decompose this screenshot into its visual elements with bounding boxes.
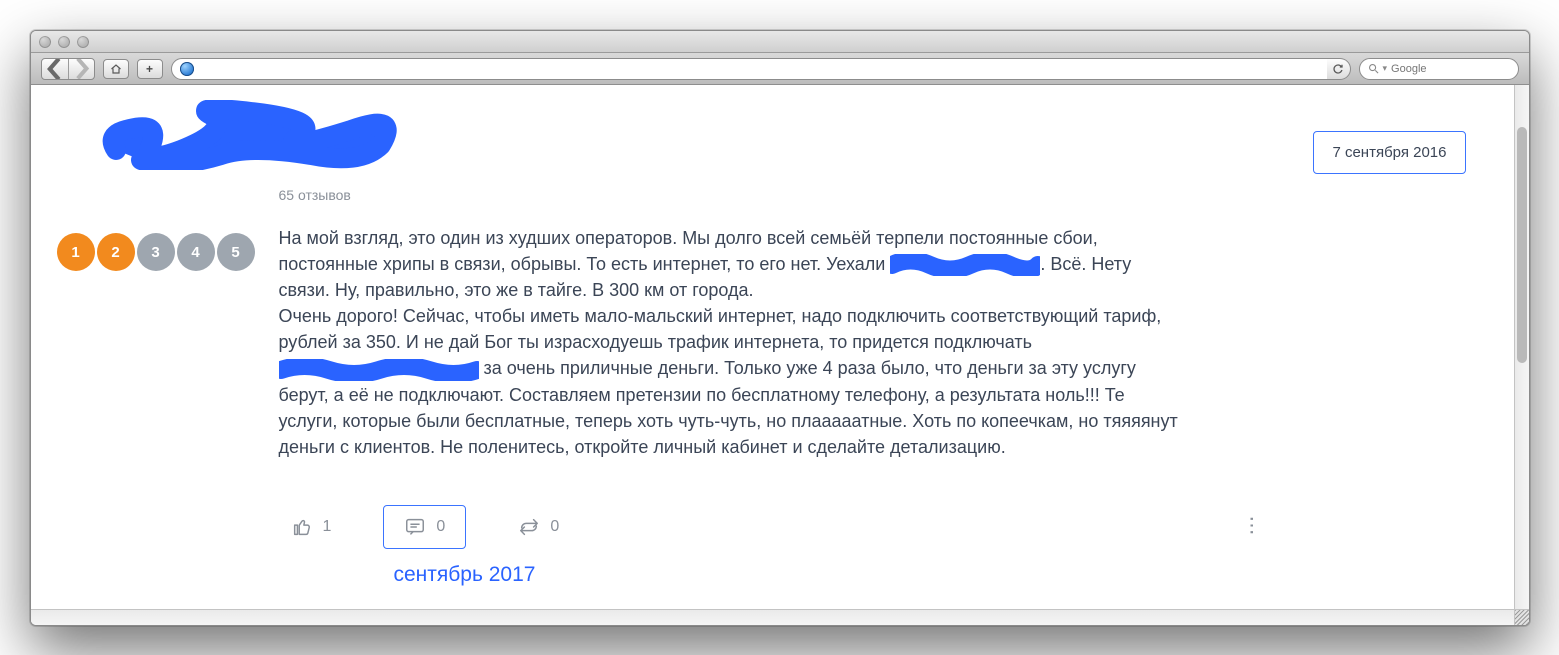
globe-icon: [180, 62, 194, 76]
more-menu[interactable]: ⋯: [1240, 516, 1265, 538]
add-tab-button[interactable]: +: [137, 59, 163, 79]
page-viewport: 1 2 3 4 5 65 отзывов На мой взгляд, это …: [31, 85, 1529, 625]
rating-ball-2: 2: [97, 233, 135, 271]
thumbs-up-icon: [291, 516, 313, 538]
window-titlebar: [31, 31, 1529, 53]
comment-count: 0: [436, 518, 445, 536]
chevron-left-icon: [42, 58, 68, 80]
like-button[interactable]: 1: [279, 508, 344, 546]
rating-ball-4: 4: [177, 233, 215, 271]
window-resize-handle[interactable]: [1514, 609, 1529, 625]
scrollbar-thumb[interactable]: [1517, 127, 1527, 363]
vertical-scrollbar[interactable]: [1514, 85, 1529, 609]
url-bar[interactable]: [171, 58, 1345, 80]
horizontal-scrollbar[interactable]: [31, 609, 1514, 625]
reload-button[interactable]: [1327, 58, 1351, 80]
review-date-badge: 7 сентября 2016: [1313, 131, 1465, 174]
review-text: На мой взгляд, это один из худших операт…: [279, 225, 1179, 460]
share-count: 0: [550, 518, 559, 536]
review-actions: 1 0 0 ⋯: [279, 505, 1294, 549]
search-dropdown-icon: ▾: [1383, 63, 1388, 74]
window-minimize-dot[interactable]: [58, 36, 70, 48]
nav-segment: [41, 58, 95, 80]
redacted-author: [101, 100, 401, 170]
search-icon: [1368, 63, 1379, 74]
rating-ball-3: 3: [137, 233, 175, 271]
window-zoom-dot[interactable]: [77, 36, 89, 48]
chevron-right-icon: [69, 58, 94, 80]
rating-ball-5: 5: [217, 233, 255, 271]
share-icon: [518, 516, 540, 538]
back-button[interactable]: [42, 59, 68, 79]
rating-balls: 1 2 3 4 5: [57, 233, 259, 271]
redacted-service: [279, 359, 479, 381]
footnote-date: сентябрь 2017: [394, 563, 1294, 587]
rating-ball-1: 1: [57, 233, 95, 271]
home-icon: [110, 63, 122, 75]
search-placeholder: Google: [1391, 63, 1426, 75]
home-button[interactable]: [103, 59, 129, 79]
browser-toolbar: + ▾ Google: [31, 53, 1529, 85]
comment-icon: [404, 516, 426, 538]
author-review-count: 65 отзывов: [279, 187, 1294, 203]
share-button[interactable]: 0: [506, 508, 571, 546]
comment-button[interactable]: 0: [383, 505, 466, 549]
browser-window: + ▾ Google 1 2 3: [30, 30, 1530, 626]
review-text-p2a: Очень дорого! Сейчас, чтобы иметь мало-м…: [279, 306, 1167, 352]
window-close-dot[interactable]: [39, 36, 51, 48]
redacted-location: [890, 254, 1040, 276]
browser-search[interactable]: ▾ Google: [1359, 58, 1519, 80]
forward-button[interactable]: [68, 59, 94, 79]
reload-icon: [1332, 63, 1344, 75]
like-count: 1: [323, 518, 332, 536]
review-card: 1 2 3 4 5 65 отзывов На мой взгляд, это …: [31, 85, 1514, 607]
review-main: 65 отзывов На мой взгляд, это один из ху…: [279, 113, 1294, 587]
